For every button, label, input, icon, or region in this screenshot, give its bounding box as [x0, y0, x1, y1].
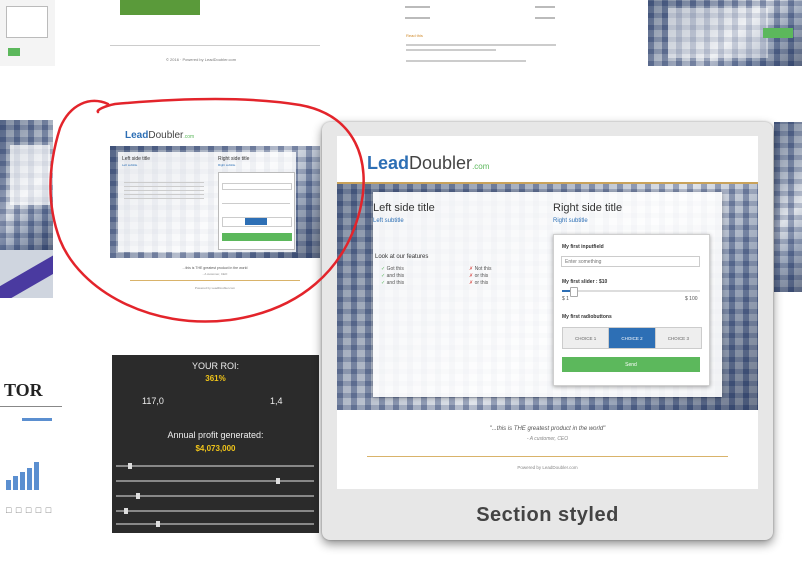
thumb-purple-ribbon: [0, 251, 53, 298]
footer-divider: [367, 456, 728, 457]
thumb-panel: [10, 145, 50, 205]
template-preview: LeadDoubler.com Left side title Left sub…: [337, 136, 758, 489]
feature-cross-item: ✗ Not this: [469, 266, 492, 272]
small-features: [124, 182, 204, 202]
thumb-right-middle[interactable]: [774, 122, 802, 292]
quote-author: - A customer, CEO: [526, 436, 569, 442]
choice-3-button[interactable]: CHOICE 3: [655, 328, 701, 348]
small-quote: ...this is THE greatest product in the w…: [182, 266, 248, 270]
roi-slider[interactable]: [116, 463, 314, 469]
thumb-divider: [110, 45, 320, 46]
feature-check-item: ✓ Got this: [381, 266, 404, 272]
thumb-top-right-photo[interactable]: [648, 0, 802, 66]
thumb-photo-overlay: [668, 8, 768, 58]
section-title: Section styled: [476, 504, 619, 526]
features-cross-list: ✗ Not this ✗ or this ✗ or this: [469, 266, 492, 287]
template-card[interactable]: LeadDoubler.com Left side title Left sub…: [322, 122, 773, 540]
thumb-green-bar: [120, 0, 200, 15]
thumb-calculator[interactable]: TOR □ □ □ □ □: [0, 360, 62, 530]
roi-percent: 361%: [205, 374, 226, 383]
small-preview[interactable]: LeadDoubler.com Left side title Left sub…: [110, 118, 320, 298]
roi-profit-value: $4,073,000: [195, 444, 236, 453]
hero-top-border: [337, 182, 758, 184]
calculator-title: TOR: [4, 380, 43, 400]
small-left-title: Left side title: [122, 156, 151, 162]
small-divider: [130, 280, 300, 281]
slider-max: $ 100: [685, 296, 698, 302]
features-label: Look at our features: [375, 254, 429, 260]
doc-line: [406, 60, 526, 62]
radio-label: My first radiobuttons: [562, 314, 612, 320]
quote-text: "...this is THE greatest product in the …: [489, 426, 606, 432]
input-label: My first inputfield: [562, 244, 604, 250]
doc-line: [535, 17, 555, 19]
thumb-top-right-doc[interactable]: Read this: [400, 0, 560, 75]
feature-cross-item: ✗ or this: [469, 273, 489, 279]
logo: LeadDoubler.com: [367, 153, 490, 173]
doc-heading: Read this: [406, 33, 423, 38]
slider-handle[interactable]: [570, 287, 579, 297]
small-left-subtitle: Left subtitle: [122, 163, 138, 167]
lead-form: My first inputfield My first slider : $1…: [553, 234, 710, 386]
slider-label: My first slider : $10: [562, 279, 608, 285]
small-author: - A customer, CEO: [202, 272, 228, 276]
roi-slider[interactable]: [116, 508, 314, 514]
feature-check-item: ✓ and this: [381, 273, 405, 279]
doc-line: [405, 6, 430, 8]
thumb-footer-text: © 2016 · Powered by LeadDoubler.com: [166, 57, 237, 62]
thumb-divider: [0, 406, 62, 407]
thumb-left-middle[interactable]: [0, 120, 53, 298]
thumb-top-center[interactable]: © 2016 · Powered by LeadDoubler.com: [110, 0, 320, 75]
feature-cross-item: ✗ or this: [469, 280, 489, 286]
doc-line: [535, 6, 555, 8]
choice-2-button[interactable]: CHOICE 2: [609, 328, 656, 348]
thumb-green-button: [763, 28, 793, 38]
doc-line: [406, 44, 556, 46]
roi-profit-label: Annual profit generated:: [167, 430, 264, 440]
roi-slider[interactable]: [116, 478, 314, 484]
thumb-top-left[interactable]: [0, 0, 55, 66]
roi-title: YOUR ROI:: [191, 361, 239, 371]
right-title: Right side title: [553, 202, 623, 214]
small-right-subtitle: Right subtitle: [218, 163, 236, 167]
first-slider[interactable]: [562, 287, 700, 297]
features-check-list: ✓ Got this ✓ and this ✓ and this: [381, 266, 404, 287]
hero-section: Left side title Left subtitle Right side…: [337, 182, 758, 410]
footer-text: Powered by LeadDoubler.com: [517, 465, 578, 470]
first-inputfield[interactable]: [561, 256, 700, 267]
small-footer: Powered by LeadDoubler.com: [194, 286, 236, 290]
doc-line: [405, 17, 430, 19]
bar-chart-icon: [6, 460, 42, 490]
small-form: [218, 172, 295, 250]
thumb-window: [6, 6, 48, 38]
roi-slider[interactable]: [116, 521, 314, 527]
small-panel: Left side title Left subtitle Right side…: [118, 152, 296, 252]
thumb-green-button: [8, 48, 20, 56]
slider-min: $ 1: [562, 296, 569, 302]
left-subtitle: Left subtitle: [373, 218, 404, 224]
content-panel: Left side title Left subtitle Right side…: [373, 192, 722, 397]
doc-line: [406, 49, 496, 51]
feature-check-item: ✓ and this: [381, 280, 405, 286]
choice-1-button[interactable]: CHOICE 1: [563, 328, 610, 348]
small-hero: Left side title Left subtitle Right side…: [110, 146, 320, 258]
calculator-dots: □ □ □ □ □: [6, 505, 53, 515]
thumb-blue-text: [22, 418, 52, 421]
roi-left-value: 117,0: [142, 396, 164, 406]
send-button[interactable]: Send: [562, 357, 700, 372]
radio-group: CHOICE 1 CHOICE 2 CHOICE 3: [562, 327, 702, 349]
small-right-title: Right side title: [218, 156, 250, 162]
small-logo: LeadDoubler.com: [125, 130, 195, 141]
right-subtitle: Right subtitle: [553, 218, 588, 224]
roi-slider[interactable]: [116, 493, 314, 499]
left-title: Left side title: [373, 202, 435, 214]
thumb-roi[interactable]: YOUR ROI: 361% 117,0 1,4 Annual profit g…: [112, 355, 319, 533]
roi-right-value: 1,4: [270, 396, 283, 406]
